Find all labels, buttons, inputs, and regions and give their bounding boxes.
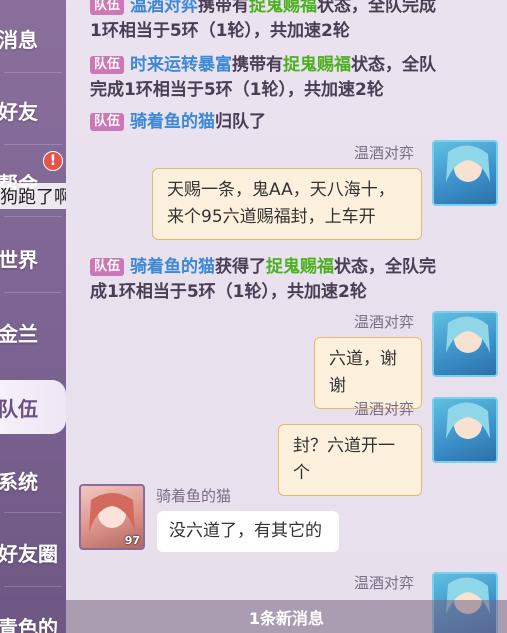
message-text: 封？六道开一个 [293, 436, 395, 483]
message-text: 天赐一条，鬼AA，天八海十， [167, 180, 395, 200]
divider [4, 586, 62, 587]
message-text: 没六道了，有其它的 [169, 521, 322, 541]
alert-badge-icon: ! [43, 151, 63, 171]
sidebar-item-label: 青色的 [0, 615, 58, 633]
system-message: 队伍 温酒对弈携带有捉鬼赐福状态，全队完成 1环相当于5环（1轮），共加速2轮 [90, 0, 490, 44]
player-name-link[interactable]: 骑着鱼的猫 [130, 257, 215, 277]
sidebar-item-moments[interactable]: 好友圈 [0, 522, 66, 582]
sidebar-item-label: 金兰 [0, 321, 38, 346]
divider [4, 144, 62, 145]
player-avatar[interactable] [432, 397, 498, 463]
message-text: 携带有 [232, 55, 284, 75]
team-tag: 队伍 [90, 258, 125, 276]
buff-name[interactable]: 捉鬼赐福 [283, 55, 351, 75]
sidebar-item-messages[interactable]: 消息 [0, 8, 66, 68]
team-tag: 队伍 [90, 113, 125, 131]
sidebar-item-world[interactable]: 世界 [0, 228, 66, 288]
divider [4, 512, 62, 513]
sidebar-item-jinlan[interactable]: 金兰 [0, 302, 66, 362]
message-text: 状态，全队 [351, 55, 437, 75]
system-message: 队伍 骑着鱼的猫归队了 [90, 110, 490, 135]
sidebar-item-friends[interactable]: 好友 [0, 80, 66, 140]
team-chat-panel[interactable]: 队伍 温酒对弈携带有捉鬼赐福状态，全队完成 1环相当于5环（1轮），共加速2轮 队… [66, 0, 507, 633]
sender-name: 骑着鱼的猫 [156, 487, 232, 505]
message-text: 完成1环相当于5环（1轮），共加速2轮 [90, 80, 384, 100]
team-tag: 队伍 [90, 56, 125, 74]
character-portrait-icon [446, 402, 490, 439]
channel-sidebar: 消息 好友 帮会 世界 金兰 队伍 系统 好友圈 青色的 [0, 0, 66, 633]
sidebar-item-label: 队伍 [0, 396, 38, 421]
player-avatar[interactable]: 97 [79, 484, 145, 550]
player-avatar[interactable] [432, 140, 498, 206]
character-portrait-icon [446, 145, 490, 182]
buff-name[interactable]: 捉鬼赐福 [266, 257, 334, 277]
sender-name: 温酒对弈 [353, 144, 414, 162]
sender-name: 温酒对弈 [353, 400, 414, 418]
player-name-link[interactable]: 骑着鱼的猫 [130, 112, 215, 132]
buff-name[interactable]: 捉鬼赐福 [249, 0, 317, 16]
sidebar-item-team[interactable]: 队伍 [0, 380, 66, 434]
message-text: 携带有 [198, 0, 250, 16]
sender-name: 温酒对弈 [353, 574, 414, 592]
message-text: 状态，全队完 [334, 257, 437, 277]
sidebar-item-label: 系统 [0, 469, 38, 494]
player-name-link[interactable]: 温酒对弈 [130, 0, 198, 16]
divider [4, 292, 62, 293]
message-text: 1环相当于5环（1轮），共加速2轮 [90, 21, 350, 41]
divider [4, 72, 62, 73]
message-text: 成1环相当于5环（1轮），共加速2轮 [90, 282, 367, 302]
system-message: 队伍 骑着鱼的猫获得了捉鬼赐福状态，全队完 成1环相当于5环（1轮），共加速2轮 [90, 255, 490, 305]
sidebar-item-label: 好友 [0, 99, 38, 124]
message-text: 归队了 [215, 112, 267, 132]
message-text: 六道，谢谢 [329, 349, 397, 396]
floating-danmaku-text: 狗跑了啊 [0, 183, 76, 209]
system-message: 队伍 时来运转暴富携带有捉鬼赐福状态，全队 完成1环相当于5环（1轮），共加速2轮 [90, 53, 490, 103]
player-avatar[interactable] [432, 311, 498, 377]
team-tag: 队伍 [90, 0, 125, 15]
sidebar-item-label: 消息 [0, 27, 38, 52]
chat-bubble[interactable]: 封？六道开一个 [278, 424, 422, 496]
chat-bubble[interactable]: 没六道了，有其它的 [157, 511, 339, 552]
sidebar-item-label: 好友圈 [0, 541, 58, 566]
divider [4, 216, 62, 217]
message-text: 来个95六道赐福封，上车开 [167, 207, 376, 227]
sidebar-item-label: 世界 [0, 247, 38, 272]
player-name-link[interactable]: 时来运转暴富 [130, 55, 232, 75]
new-messages-banner[interactable]: 1条新消息 [66, 600, 507, 633]
sidebar-item-system[interactable]: 系统 [0, 450, 66, 510]
message-text: 获得了 [215, 257, 267, 277]
player-level: 97 [124, 534, 140, 547]
character-portrait-icon [446, 316, 490, 353]
chat-bubble[interactable]: 天赐一条，鬼AA，天八海十， 来个95六道赐福封，上车开 [152, 168, 422, 240]
message-text: 状态，全队完成 [317, 0, 437, 16]
sidebar-item-cyan[interactable]: 青色的 [0, 596, 66, 633]
sender-name: 温酒对弈 [353, 313, 414, 331]
